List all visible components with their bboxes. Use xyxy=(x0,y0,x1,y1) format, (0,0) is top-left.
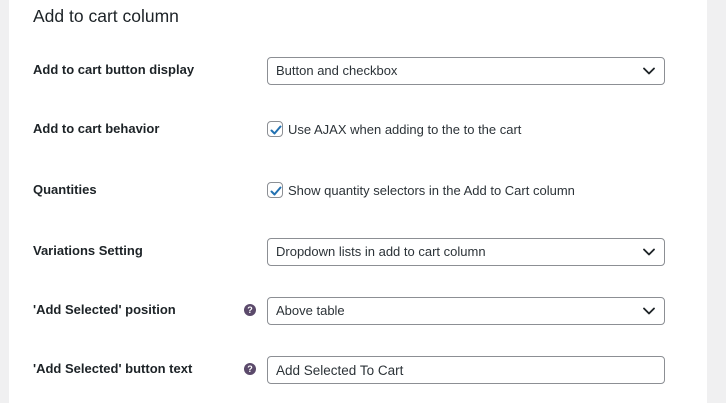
section-title: Add to cart column xyxy=(33,6,179,26)
variations-value: Dropdown lists in add to cart column xyxy=(276,244,486,259)
chevron-down-icon xyxy=(643,67,655,75)
button-display-label: Add to cart button display xyxy=(33,62,195,77)
page-scrollbar-track[interactable] xyxy=(707,0,726,403)
quantity-selectors-label[interactable]: Show quantity selectors in the Add to Ca… xyxy=(288,182,575,199)
chevron-down-icon xyxy=(643,248,655,256)
quantity-selectors-checkbox[interactable] xyxy=(267,182,283,198)
help-icon[interactable]: ? xyxy=(244,304,256,316)
button-display-value: Button and checkbox xyxy=(276,63,398,78)
checkmark-icon xyxy=(270,125,282,135)
add-selected-position-label: 'Add Selected' position xyxy=(33,302,176,317)
ajax-checkbox[interactable] xyxy=(267,121,283,137)
help-icon[interactable]: ? xyxy=(244,363,256,375)
add-selected-position-value: Above table xyxy=(276,303,345,318)
quantities-label: Quantities xyxy=(33,182,97,197)
add-selected-text-input[interactable] xyxy=(267,356,665,384)
chevron-down-icon xyxy=(643,307,655,315)
add-selected-position-select[interactable]: Above table xyxy=(267,297,665,325)
add-selected-text-label: 'Add Selected' button text xyxy=(33,361,193,376)
ajax-checkbox-label[interactable]: Use AJAX when adding to the to the cart xyxy=(288,121,521,138)
button-display-select[interactable]: Button and checkbox xyxy=(267,57,665,85)
variations-label: Variations Setting xyxy=(33,243,143,258)
checkmark-icon xyxy=(270,186,282,196)
variations-select[interactable]: Dropdown lists in add to cart column xyxy=(267,238,665,266)
behavior-label: Add to cart behavior xyxy=(33,121,160,136)
